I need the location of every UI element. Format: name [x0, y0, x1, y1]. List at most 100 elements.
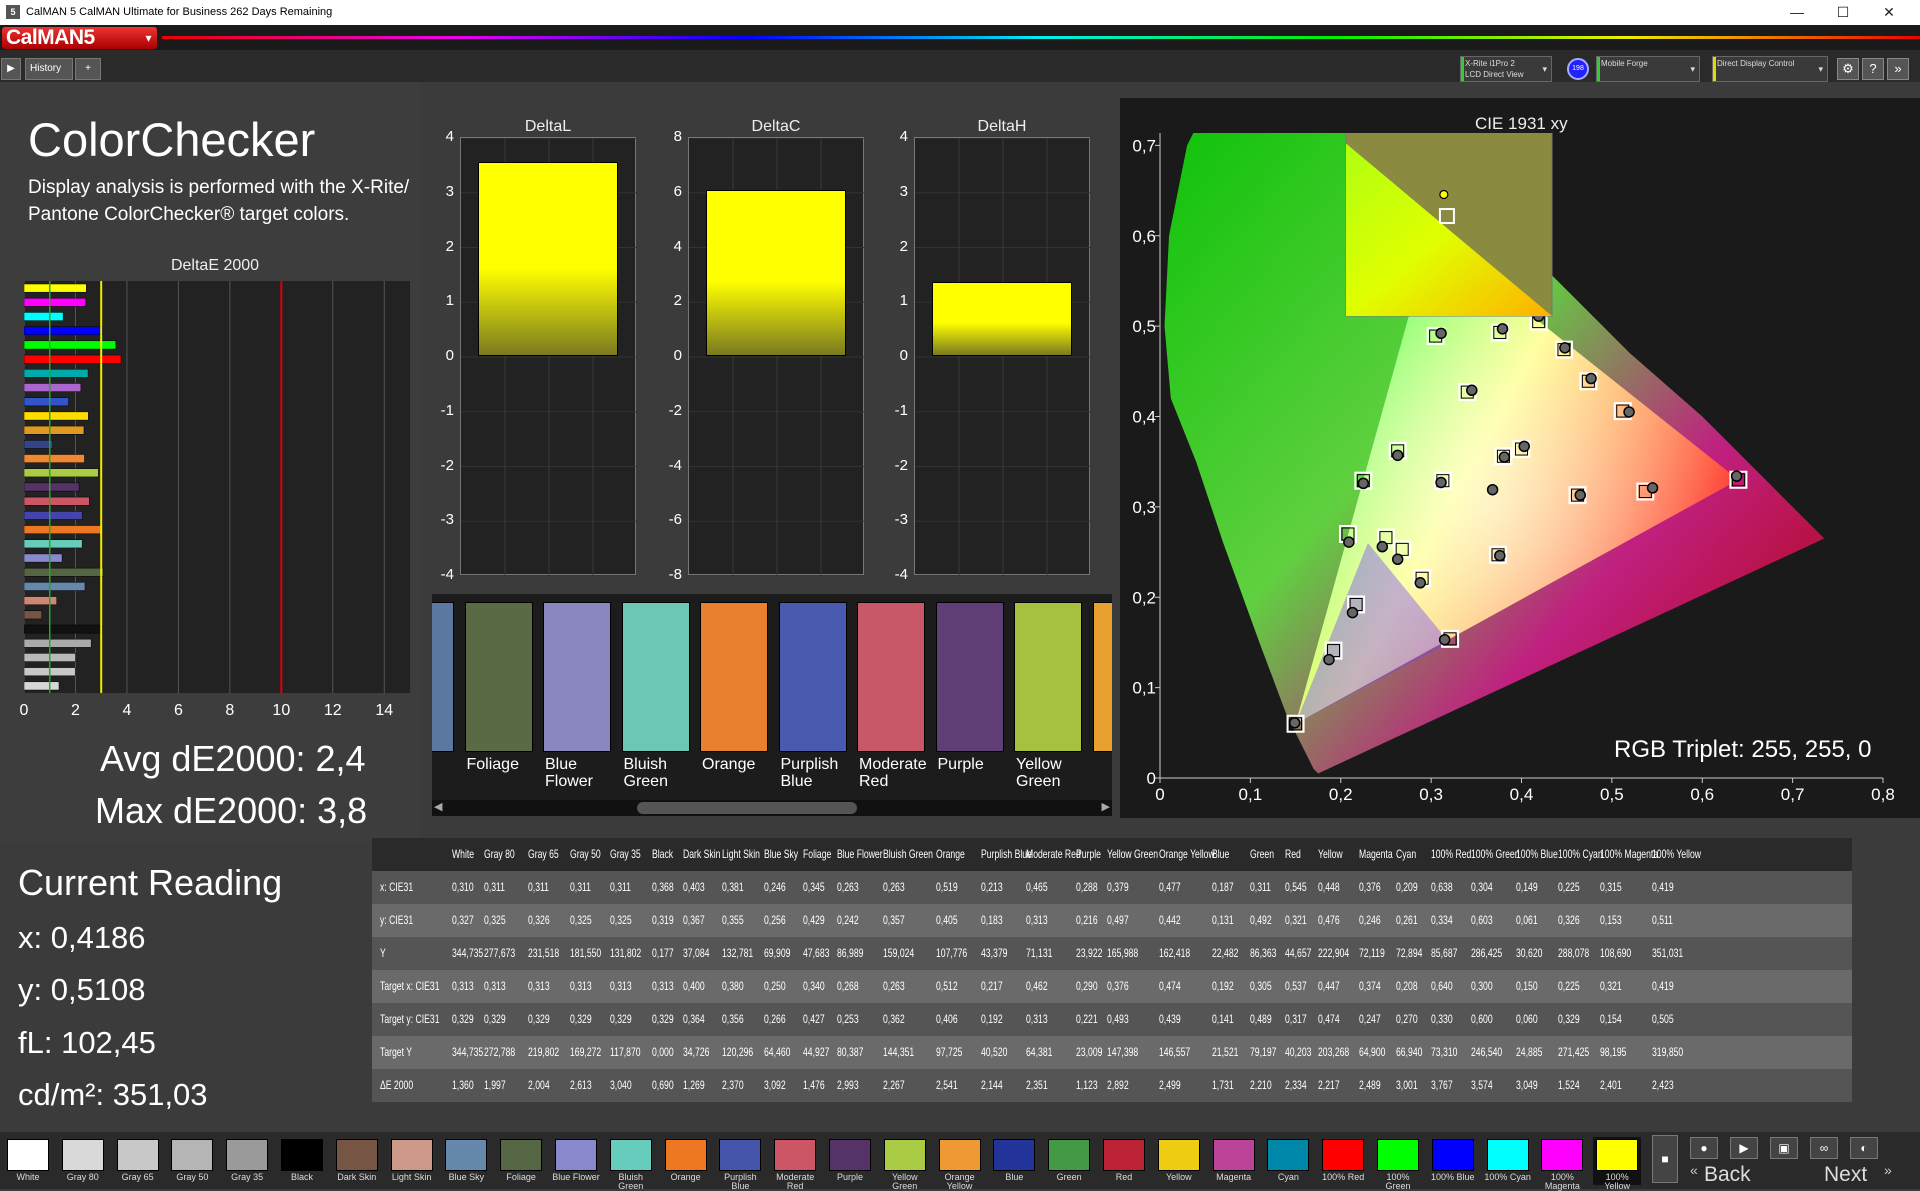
swatch-item[interactable]: Gray 80 [59, 1137, 107, 1185]
swatch-item[interactable]: 100% Magenta [1538, 1137, 1586, 1191]
swatch-item[interactable]: Bluish Green [607, 1137, 655, 1191]
table-cell: 2,267 [883, 1078, 905, 1092]
patch-scrollbar[interactable]: ◀ ▶ [432, 800, 1112, 816]
swatch-label: Gray 50 [176, 1172, 209, 1182]
help-icon[interactable]: ? [1862, 58, 1884, 80]
color-patch[interactable] [935, 602, 1004, 752]
color-patch[interactable] [700, 602, 768, 752]
record-icon[interactable]: ● [1690, 1137, 1718, 1159]
swatch-item[interactable]: Black [278, 1137, 326, 1185]
next-icon: » [1884, 1162, 1892, 1178]
swatch-color [1377, 1139, 1419, 1171]
table-cell: 2,541 [936, 1078, 958, 1092]
swatch-item[interactable]: 100% Green [1374, 1137, 1422, 1191]
color-patch[interactable] [778, 602, 847, 752]
color-patch[interactable] [1014, 602, 1082, 752]
swatch-color [1322, 1139, 1365, 1171]
delta-chart-title: DeltaL [524, 118, 572, 135]
swatch-item[interactable]: Yellow [1155, 1137, 1203, 1185]
swatch-item[interactable]: 100% Red [1319, 1137, 1367, 1185]
swatch-item[interactable]: Yellow Green [881, 1137, 929, 1191]
swatch-item[interactable]: Gray 50 [168, 1137, 216, 1185]
swatch-item[interactable]: 100% Cyan [1484, 1137, 1532, 1185]
play-icon[interactable]: ▶ [1, 58, 21, 80]
table-cell: 0,376 [1107, 979, 1129, 993]
color-patch[interactable] [857, 602, 925, 752]
app-logo-menu[interactable]: CalMAN5 ▾ [2, 27, 157, 49]
table-cell: 2,370 [722, 1078, 744, 1092]
table-cell: 1,360 [452, 1078, 474, 1092]
patch-label: Foliage [466, 756, 519, 773]
table-row: Target y: CIE31 0,329 0,329 0,329 0,329 0,329… [372, 1003, 1852, 1036]
gear-icon[interactable]: ⚙ [1837, 58, 1859, 80]
swatch-item[interactable]: Red [1100, 1137, 1148, 1185]
swatch-item[interactable]: Purple [826, 1137, 874, 1185]
tab-history-1[interactable]: History 1 [25, 58, 73, 94]
table-cell: 0,357 [883, 913, 905, 927]
swatch-item[interactable]: Dark Skin [333, 1137, 381, 1185]
table-cell: 40,520 [981, 1045, 1008, 1059]
swatch-label: 100% Green [1385, 1172, 1411, 1191]
swatch-item[interactable]: Purplish Blue [716, 1137, 764, 1191]
swatch-item[interactable]: Blue Flower [552, 1137, 600, 1185]
scroll-right-icon[interactable]: ▶ [1102, 800, 1110, 813]
stop-icon[interactable]: ■ [1652, 1135, 1678, 1183]
link-icon[interactable]: ∞ [1810, 1137, 1838, 1159]
swatch-item[interactable]: Blue [990, 1137, 1038, 1185]
table-cell: 0,400 [683, 979, 705, 993]
scroll-thumb[interactable] [637, 802, 857, 814]
meter-selector[interactable]: X-Rite i1Pro 2 LCD Direct View ▾ [1460, 56, 1552, 82]
swatch-item[interactable]: Magenta [1210, 1137, 1258, 1185]
color-patch[interactable] [621, 602, 690, 752]
status-bar [1597, 57, 1600, 81]
table-cell: 2,401 [1600, 1078, 1622, 1092]
swatch-item[interactable]: Orange [662, 1137, 710, 1185]
minimize-icon[interactable]: — [1774, 0, 1820, 25]
color-patch[interactable] [432, 602, 454, 752]
deltae-bar [23, 425, 85, 435]
swatch-item[interactable]: Foliage [497, 1137, 545, 1185]
app-icon: 5 [6, 5, 20, 19]
meter-mode: LCD Direct View [1465, 70, 1524, 79]
swatch-item[interactable]: Orange Yellow [936, 1137, 984, 1191]
swatch-item[interactable]: Gray 35 [223, 1137, 271, 1185]
save-icon[interactable]: ▣ [1770, 1137, 1798, 1159]
current-y: y: 0,5108 [18, 972, 146, 1007]
table-cell: 159,024 [883, 946, 915, 960]
scroll-left-icon[interactable]: ◀ [434, 800, 442, 813]
add-tab-icon[interactable]: + [75, 58, 101, 80]
swatch-item[interactable]: Cyan [1264, 1137, 1312, 1185]
table-cell: 0,512 [936, 979, 958, 993]
table-cell: 72,119 [1359, 946, 1385, 960]
swatch-item[interactable]: Blue Sky [442, 1137, 490, 1185]
swatch-item[interactable]: 100% Yellow [1593, 1137, 1642, 1191]
play-icon[interactable]: ▶ [1730, 1137, 1758, 1159]
swatch-label: Purplish Blue [724, 1172, 757, 1191]
source-selector[interactable]: Mobile Forge ▾ [1596, 56, 1700, 82]
swatch-item[interactable]: White [4, 1137, 52, 1185]
settings-icon[interactable]: ◐ [1850, 1137, 1878, 1159]
swatch-item[interactable]: Light Skin [388, 1137, 436, 1185]
cie-measured-point [1574, 489, 1586, 501]
color-patch[interactable] [464, 602, 533, 752]
display-selector[interactable]: Direct Display Control ▾ [1712, 56, 1828, 82]
color-patch[interactable] [543, 602, 611, 752]
color-patch[interactable] [1092, 602, 1112, 752]
chevron-right-icon[interactable]: » [1887, 58, 1909, 80]
cie-y-tick: 0,4 [1132, 408, 1156, 427]
table-cell: 0,329 [652, 1012, 674, 1026]
swatch-item[interactable]: 100% Blue [1429, 1137, 1477, 1185]
meter-badge[interactable]: 198 [1567, 58, 1589, 80]
back-button[interactable]: Back [1704, 1163, 1751, 1187]
swatch-item[interactable]: Green [1045, 1137, 1093, 1185]
status-bar [1461, 57, 1464, 81]
delta-y-tick: -1 [440, 401, 454, 419]
close-icon[interactable]: ✕ [1866, 0, 1912, 25]
swatch-item[interactable]: Moderate Red [771, 1137, 819, 1191]
delta-y-tick: 4 [673, 237, 682, 255]
next-button[interactable]: Next [1824, 1163, 1867, 1187]
deltae-chart [23, 281, 410, 693]
swatch-item[interactable]: Gray 65 [114, 1137, 162, 1185]
maximize-icon[interactable]: ☐ [1820, 0, 1866, 25]
deltae-bar [23, 368, 89, 378]
